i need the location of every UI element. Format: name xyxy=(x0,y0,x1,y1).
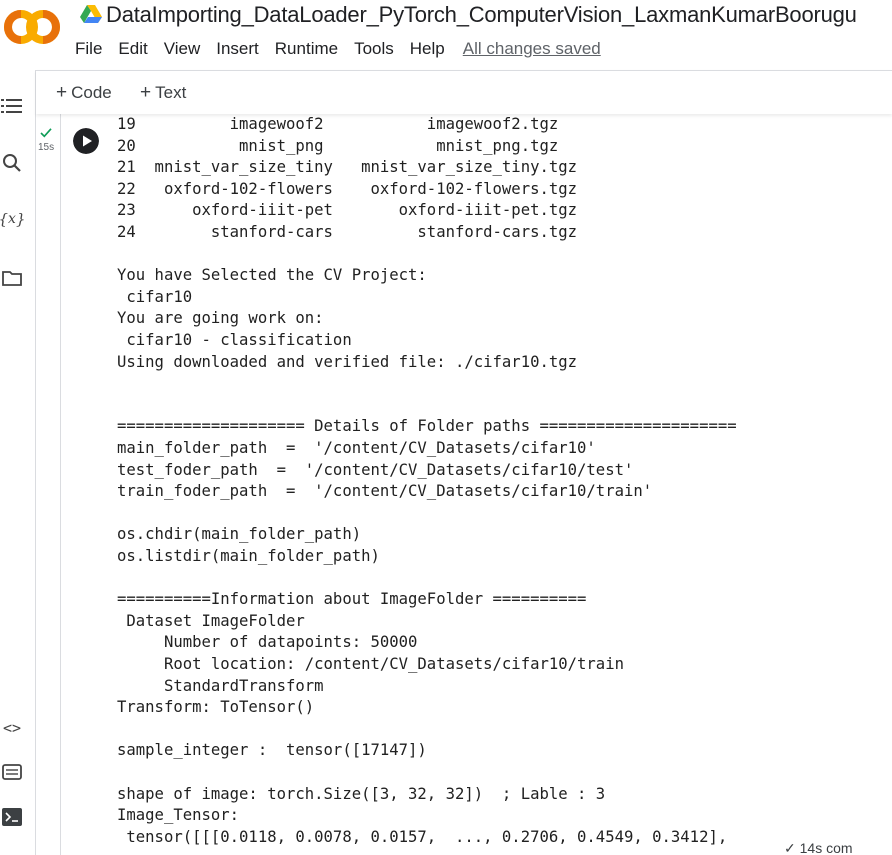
output-line: train_foder_path = '/content/CV_Datasets… xyxy=(117,482,653,501)
notebook-title[interactable]: DataImporting_DataLoader_PyTorch_Compute… xyxy=(106,2,857,28)
terminal-icon[interactable] xyxy=(0,805,24,829)
output-line: StandardTransform xyxy=(117,676,324,695)
app-header: DataImporting_DataLoader_PyTorch_Compute… xyxy=(0,0,892,70)
output-line: 24 stanford-cars stanford-cars.tgz xyxy=(117,223,578,241)
add-code-label: Code xyxy=(71,83,112,102)
menu-tools[interactable]: Tools xyxy=(354,39,394,61)
output-line: os.listdir(main_folder_path) xyxy=(117,547,380,565)
output-line: 22 oxford-102-flowers oxford-102-flowers… xyxy=(117,179,578,198)
output-line: test_foder_path = '/content/CV_Datasets/… xyxy=(117,460,634,479)
notebook-toolbar: + Code + Text xyxy=(36,70,892,114)
output-line: Number of datapoints: 50000 xyxy=(117,633,418,652)
save-status-link[interactable]: All changes saved xyxy=(463,39,601,61)
output-line: os.chdir(main_folder_path) xyxy=(117,525,362,544)
plus-icon: + xyxy=(140,82,152,103)
output-line: shape of image: torch.Size([3, 32, 32]) … xyxy=(117,784,606,803)
table-of-contents-icon[interactable] xyxy=(0,94,24,118)
output-line: 19 imagewoof2 imagewoof2.tgz xyxy=(117,115,559,133)
search-icon[interactable] xyxy=(0,151,24,175)
output-line: ==========Information about ImageFolder … xyxy=(117,590,587,609)
colab-logo[interactable] xyxy=(4,8,60,46)
output-line: cifar10 xyxy=(117,287,193,306)
files-folder-icon[interactable] xyxy=(0,266,24,290)
output-line: 20 mnist_png mnist_png.tgz xyxy=(117,136,559,155)
google-drive-icon[interactable] xyxy=(80,4,102,24)
output-line: Using downloaded and verified file: ./ci… xyxy=(117,352,578,371)
menu-insert[interactable]: Insert xyxy=(216,39,259,61)
add-text-label: Text xyxy=(155,83,187,102)
output-line: Dataset ImageFolder xyxy=(117,611,305,630)
menu-view[interactable]: View xyxy=(164,39,201,61)
run-cell-button[interactable] xyxy=(73,128,99,154)
menu-edit[interactable]: Edit xyxy=(118,39,147,61)
add-code-cell-button[interactable]: + Code xyxy=(56,82,112,104)
cell-divider xyxy=(60,114,61,855)
code-cell: 15s 19 imagewoof2 imagewoof2.tgz 20 mnist… xyxy=(36,114,892,855)
output-line: cifar10 - classification xyxy=(117,331,352,349)
output-line: Transform: ToTensor() xyxy=(117,698,315,717)
output-line: 21 mnist_var_size_tiny mnist_var_size_ti… xyxy=(117,158,578,177)
output-line: You have Selected the CV Project: xyxy=(117,266,427,285)
output-line: main_folder_path = '/content/CV_Datasets… xyxy=(117,439,596,457)
code-snippets-icon[interactable]: <> xyxy=(0,716,24,740)
status-bar: ✓ 14s com xyxy=(784,840,853,855)
output-line: Image_Tensor: xyxy=(117,806,240,825)
execution-time: 15s xyxy=(38,142,55,153)
plus-icon: + xyxy=(56,82,68,103)
menu-runtime[interactable]: Runtime xyxy=(275,39,338,61)
execution-success-check-icon xyxy=(40,128,52,138)
output-line: sample_integer : tensor([17147]) xyxy=(117,741,427,760)
left-sidebar: {x} <> xyxy=(0,70,36,855)
variables-icon[interactable]: {x} xyxy=(0,207,26,231)
command-palette-icon[interactable] xyxy=(0,760,24,784)
output-line: Root location: /content/CV_Datasets/cifa… xyxy=(117,655,624,673)
cell-output: 19 imagewoof2 imagewoof2.tgz 20 mnist_png… xyxy=(117,114,887,855)
add-text-cell-button[interactable]: + Text xyxy=(140,82,186,104)
output-line: tensor([[[0.0118, 0.0078, 0.0157, ..., 0… xyxy=(117,827,728,846)
output-line: You are going work on: xyxy=(117,309,324,328)
output-line: ==================== Details of Folder p… xyxy=(117,417,737,436)
menu-help[interactable]: Help xyxy=(410,39,445,61)
menu-bar: File Edit View Insert Runtime Tools Help… xyxy=(75,39,601,61)
menu-file[interactable]: File xyxy=(75,39,102,61)
output-line: 23 oxford-iiit-pet oxford-iiit-pet.tgz xyxy=(117,201,578,220)
